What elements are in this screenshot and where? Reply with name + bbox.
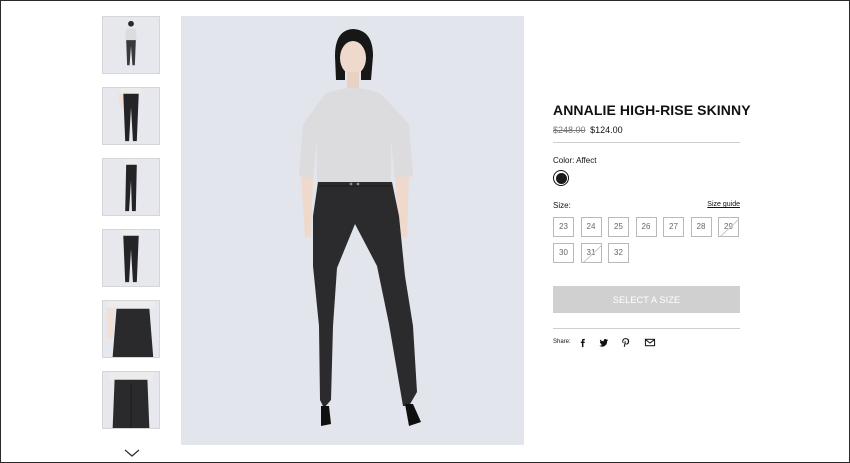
sale-price: $124.00 [590, 125, 623, 135]
divider [553, 328, 740, 329]
size-option-28[interactable]: 28 [690, 217, 712, 237]
size-label: Size: [553, 201, 571, 210]
size-option-29[interactable]: 29 [718, 217, 739, 237]
size-guide-link[interactable]: Size guide [707, 201, 740, 208]
thumbnail-5[interactable] [102, 300, 160, 358]
thumbnail-2[interactable] [102, 87, 160, 145]
original-price: $248.00 [553, 125, 586, 135]
product-title: ANNALIE HIGH-RISE SKINNY [553, 102, 751, 118]
size-option-32[interactable]: 32 [608, 242, 629, 263]
chevron-down-icon[interactable] [123, 447, 141, 459]
thumbnail-1[interactable] [102, 16, 160, 74]
size-option-27[interactable]: 27 [663, 217, 684, 237]
main-product-image [181, 16, 524, 445]
mail-icon[interactable] [644, 337, 656, 348]
size-option-24[interactable]: 24 [580, 217, 602, 237]
thumbnail-4[interactable] [102, 229, 160, 287]
color-swatch-affect[interactable] [553, 170, 569, 186]
facebook-icon[interactable] [577, 337, 588, 348]
size-option-23[interactable]: 23 [553, 217, 574, 237]
size-option-26[interactable]: 26 [635, 217, 657, 237]
share-label: Share: [553, 339, 571, 345]
thumbnail-3[interactable] [102, 158, 160, 216]
thumbnail-6[interactable] [102, 371, 160, 429]
twitter-icon[interactable] [598, 337, 609, 348]
size-option-25[interactable]: 25 [608, 217, 629, 237]
select-size-button[interactable]: SELECT A SIZE [553, 286, 740, 313]
size-option-31[interactable]: 31 [580, 242, 602, 263]
price-row: $248.00 $124.00 [553, 125, 623, 135]
swatch-fill [555, 172, 567, 184]
pinterest-icon[interactable] [620, 337, 631, 348]
color-label: Color: Affect [553, 156, 597, 165]
divider [553, 142, 740, 143]
size-option-30[interactable]: 30 [553, 242, 574, 263]
